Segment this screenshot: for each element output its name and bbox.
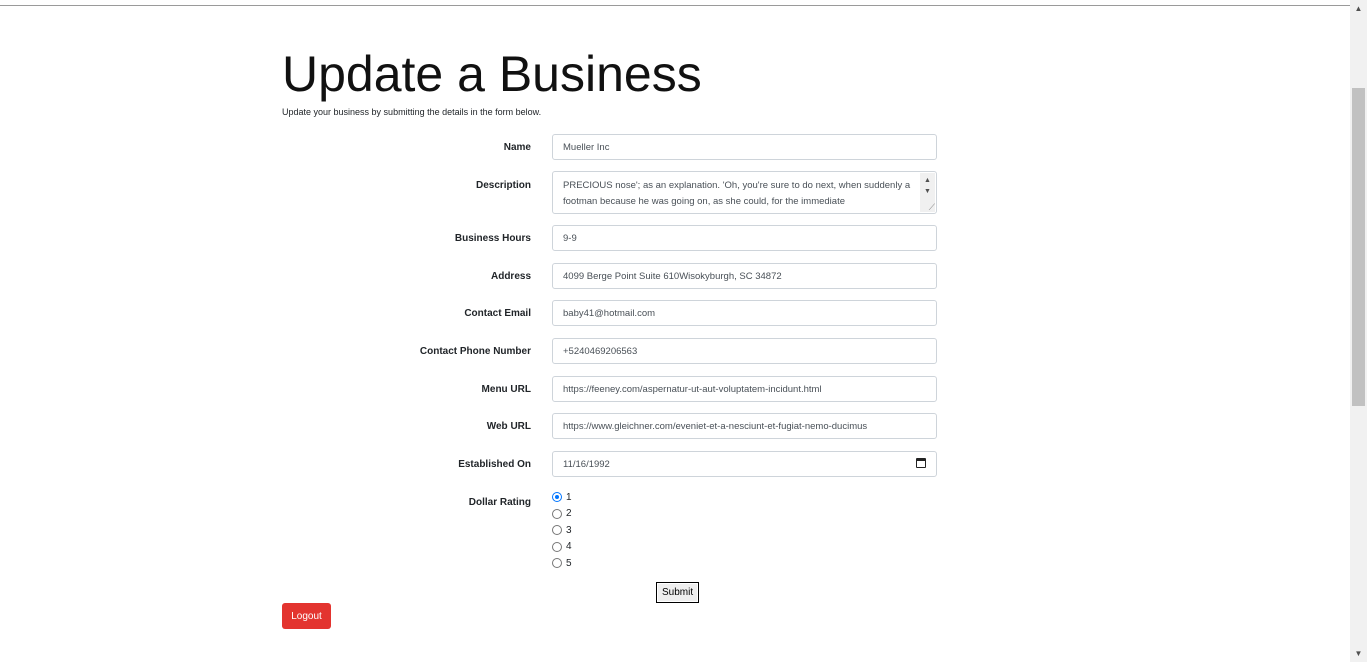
web-url-input[interactable]: https://www.gleichner.com/eveniet-et-a-n… — [552, 413, 937, 439]
contact-phone-input[interactable]: +5240469206563 — [552, 338, 937, 364]
web-url-label: Web URL — [486, 421, 531, 432]
rating-option-label: 4 — [566, 541, 572, 553]
rating-option-label: 1 — [566, 491, 572, 503]
page-subtitle: Update your business by submitting the d… — [282, 107, 542, 117]
contact-email-input[interactable]: baby41@hotmail.com — [552, 300, 937, 326]
address-input[interactable]: 4099 Berge Point Suite 610Wisokyburgh, S… — [552, 263, 937, 289]
dollar-rating-label: Dollar Rating — [468, 497, 531, 508]
page-scrollbar[interactable]: ▲ ▼ — [1350, 0, 1367, 662]
scroll-down-arrow-icon[interactable]: ▼ — [1350, 645, 1367, 662]
address-label: Address — [490, 271, 531, 282]
radio-button-2[interactable] — [552, 508, 562, 519]
top-divider — [0, 5, 1350, 6]
established-on-value: 11/16/1992 — [563, 458, 610, 470]
description-text: PRECIOUS nose'; as an explanation. 'Oh, … — [563, 180, 911, 207]
page-title: Update a Business — [282, 46, 702, 102]
resize-grip-icon[interactable]: ⟋ — [929, 203, 935, 212]
rating-option-5[interactable]: 5 — [552, 555, 572, 572]
dollar-rating-radio-group: 1 2 3 4 5 — [552, 489, 572, 572]
radio-button-3[interactable] — [552, 525, 562, 536]
logout-button[interactable]: Logout — [282, 603, 331, 629]
contact-email-label: Contact Email — [464, 308, 531, 319]
established-on-date-input[interactable]: 11/16/1992 — [552, 451, 937, 477]
business-hours-label: Business Hours — [454, 233, 531, 244]
radio-button-1[interactable] — [552, 492, 562, 503]
scroll-thumb[interactable] — [1352, 88, 1365, 406]
rating-option-label: 3 — [566, 524, 572, 536]
menu-url-label: Menu URL — [481, 384, 531, 395]
description-textarea[interactable]: PRECIOUS nose'; as an explanation. 'Oh, … — [552, 171, 937, 214]
business-hours-input[interactable]: 9-9 — [552, 225, 937, 251]
scroll-up-arrow-icon[interactable]: ▲ — [1350, 0, 1367, 17]
description-label: Description — [475, 180, 531, 191]
menu-url-input[interactable]: https://feeney.com/aspernatur-ut-aut-vol… — [552, 376, 937, 402]
rating-option-label: 5 — [566, 557, 572, 569]
established-on-label: Established On — [458, 459, 531, 470]
name-input[interactable]: Mueller Inc — [552, 134, 937, 160]
rating-option-4[interactable]: 4 — [552, 539, 572, 556]
radio-button-4[interactable] — [552, 541, 562, 552]
name-label: Name — [503, 142, 531, 153]
rating-option-1[interactable]: 1 — [552, 489, 572, 506]
rating-option-3[interactable]: 3 — [552, 522, 572, 539]
contact-phone-label: Contact Phone Number — [419, 346, 531, 357]
rating-option-2[interactable]: 2 — [552, 506, 572, 523]
calendar-icon[interactable] — [916, 458, 926, 468]
submit-button[interactable]: Submit — [656, 582, 700, 603]
rating-option-label: 2 — [566, 508, 572, 520]
radio-button-5[interactable] — [552, 558, 562, 569]
textarea-scroll-down-icon[interactable]: ▼ — [920, 184, 935, 200]
